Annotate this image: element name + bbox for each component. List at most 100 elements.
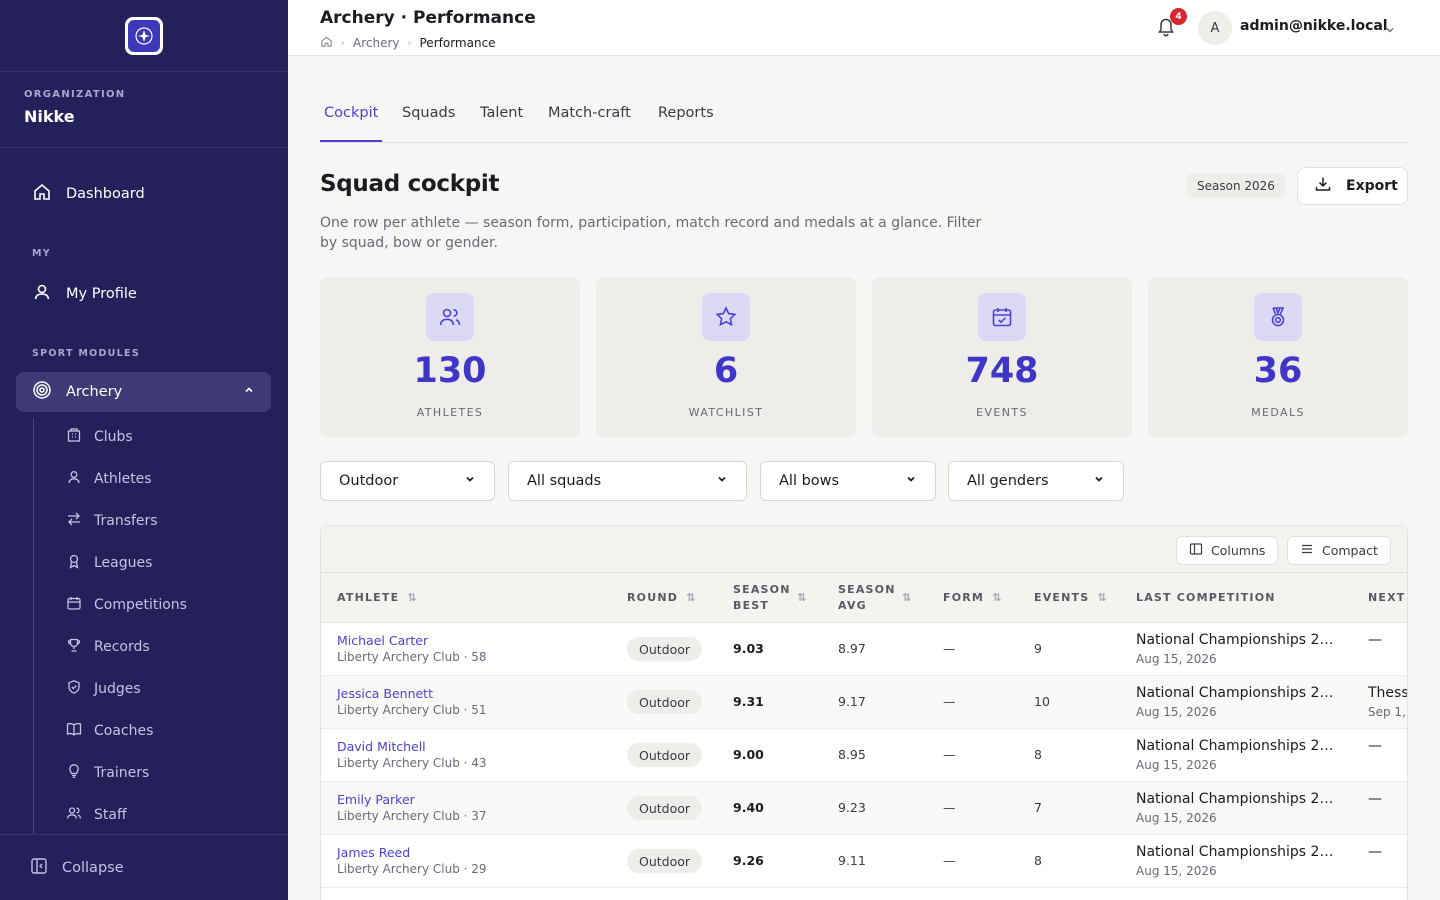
athlete-name-link[interactable]: David Mitchell <box>337 739 426 754</box>
sidebar: ORGANIZATION Nikke Dashboard MY My Profi… <box>0 0 288 900</box>
col-season-best[interactable]: SEASON BEST ⇅ <box>733 573 807 623</box>
gender-select[interactable]: All genders <box>948 461 1124 501</box>
user-icon <box>32 282 52 306</box>
athlete-name-link[interactable]: Emily Parker <box>337 792 415 807</box>
swap-icon <box>66 511 82 531</box>
nav-dashboard[interactable]: Dashboard <box>32 182 145 206</box>
chevron-down-icon <box>1093 473 1105 489</box>
tab-match-craft[interactable]: Match-craft <box>548 105 631 121</box>
season-avg: 9.23 <box>838 800 866 815</box>
round-pill: Outdoor <box>627 743 703 767</box>
table-row[interactable]: David Mitchell Liberty Archery Club · 43… <box>321 729 1407 782</box>
bow-select-value: All bows <box>779 473 840 489</box>
tab-cockpit[interactable]: Cockpit <box>324 105 378 121</box>
export-label: Export <box>1346 178 1398 194</box>
athlete-name-link[interactable]: Jessica Bennett <box>337 686 433 701</box>
sort-icon: ⇅ <box>902 591 913 604</box>
table-row[interactable]: Emily Parker Liberty Archery Club · 37 O… <box>321 782 1407 835</box>
events-count: 9 <box>1034 641 1042 656</box>
col-athlete[interactable]: ATHLETE ⇅ <box>337 573 418 623</box>
athlete-name-link[interactable]: James Reed <box>337 845 410 860</box>
stat-card-events: 748 EVENTS <box>872 277 1132 437</box>
squad-select-value: All squads <box>527 473 602 489</box>
table-row[interactable]: Michael Carter Liberty Archery Club · 58… <box>321 623 1407 676</box>
user-menu-label[interactable]: admin@nikke.local <box>1240 18 1388 34</box>
nav-sub-label: Coaches <box>94 723 154 739</box>
nav-sub-coaches[interactable]: Coaches <box>66 721 153 741</box>
users-icon <box>426 293 474 341</box>
nav-section-my: MY <box>32 248 51 259</box>
table-row[interactable]: James Reed Liberty Archery Club · 29 Out… <box>321 835 1407 888</box>
round-select-value: Outdoor <box>339 473 399 489</box>
next-competition: — <box>1368 632 1382 648</box>
round-pill: Outdoor <box>627 690 703 714</box>
col-last-competition[interactable]: LAST COMPETITION <box>1136 573 1276 623</box>
table-toolbar: Columns Compact <box>321 526 1407 573</box>
col-next-competition[interactable]: NEXT C <box>1368 573 1407 623</box>
sort-icon: ⇅ <box>992 591 1003 604</box>
nav-archery[interactable]: Archery <box>16 372 271 412</box>
nav-sub-transfers[interactable]: Transfers <box>66 511 158 531</box>
table-header: ATHLETE ⇅ ROUND ⇅ SEASON BEST ⇅ SEASON AVG ⇅… <box>321 573 1407 623</box>
round-pill: Outdoor <box>627 637 703 661</box>
app-logo[interactable] <box>125 16 163 55</box>
book-icon <box>66 721 82 741</box>
medal-icon <box>1254 293 1302 341</box>
nav-sub-competitions[interactable]: Competitions <box>66 595 187 615</box>
nav-sub-athletes[interactable]: Athletes <box>66 469 152 489</box>
download-icon <box>1314 175 1332 197</box>
nav-sub-records[interactable]: Records <box>66 637 150 657</box>
col-form[interactable]: FORM ⇅ <box>943 573 1003 623</box>
nav-sub-label: Competitions <box>94 597 187 613</box>
chevron-down-icon[interactable] <box>1384 21 1396 40</box>
nav-sub-judges[interactable]: Judges <box>66 679 141 699</box>
nav-sub-leagues[interactable]: Leagues <box>66 553 152 573</box>
tab-squads[interactable]: Squads <box>402 105 455 121</box>
nav-sub-trainers[interactable]: Trainers <box>66 763 149 783</box>
nav-sub-label: Records <box>94 639 150 655</box>
organization-label: ORGANIZATION <box>24 89 126 100</box>
col-season-avg-label: SEASON AVG <box>838 583 896 612</box>
home-icon <box>32 182 52 206</box>
collapse-button[interactable]: Collapse <box>0 834 288 900</box>
last-competition: National Championships 2… <box>1136 844 1334 860</box>
squad-select[interactable]: All squads <box>508 461 747 501</box>
table-row[interactable]: Jessica Bennett Liberty Archery Club · 5… <box>321 676 1407 729</box>
tab-talent[interactable]: Talent <box>480 105 523 121</box>
tab-reports[interactable]: Reports <box>658 105 714 121</box>
col-last-competition-label: LAST COMPETITION <box>1136 591 1276 604</box>
calendar-check-icon <box>978 293 1026 341</box>
nav-sub-clubs[interactable]: Clubs <box>66 427 133 447</box>
shield-icon <box>66 679 82 699</box>
columns-button[interactable]: Columns <box>1176 536 1279 565</box>
nav-sub-label: Clubs <box>94 429 133 445</box>
next-competition: — <box>1368 738 1382 754</box>
home-icon[interactable] <box>320 35 333 51</box>
athlete-name-link[interactable]: Michael Carter <box>337 633 428 648</box>
stat-label: WATCHLIST <box>688 406 764 419</box>
athlete-club: Liberty Archery Club · 43 <box>337 756 487 770</box>
chevron-down-icon <box>464 473 476 489</box>
last-competition: National Championships 2… <box>1136 738 1334 754</box>
trophy-icon <box>66 637 82 657</box>
stat-card-watchlist: 6 WATCHLIST <box>596 277 856 437</box>
breadcrumb-archery[interactable]: Archery <box>353 36 400 50</box>
round-select[interactable]: Outdoor <box>320 461 495 501</box>
export-button[interactable]: Export <box>1297 167 1408 205</box>
nav-my-profile[interactable]: My Profile <box>32 282 137 306</box>
nav-sub-staff[interactable]: Staff <box>66 805 127 825</box>
form: — <box>943 694 956 709</box>
nav-sub-label: Staff <box>94 807 127 823</box>
breadcrumb: › Archery › Performance <box>320 35 496 51</box>
col-season-avg[interactable]: SEASON AVG ⇅ <box>838 573 912 623</box>
col-events[interactable]: EVENTS ⇅ <box>1034 573 1108 623</box>
stat-value: 748 <box>965 351 1039 391</box>
col-next-competition-label: NEXT C <box>1368 591 1407 604</box>
avatar[interactable]: A <box>1198 11 1232 45</box>
bow-select[interactable]: All bows <box>760 461 936 501</box>
col-round[interactable]: ROUND ⇅ <box>627 573 697 623</box>
stat-label: MEDALS <box>1251 406 1305 419</box>
season-best: 9.26 <box>733 853 764 868</box>
last-competition: National Championships 2… <box>1136 632 1334 648</box>
compact-button[interactable]: Compact <box>1287 536 1391 565</box>
